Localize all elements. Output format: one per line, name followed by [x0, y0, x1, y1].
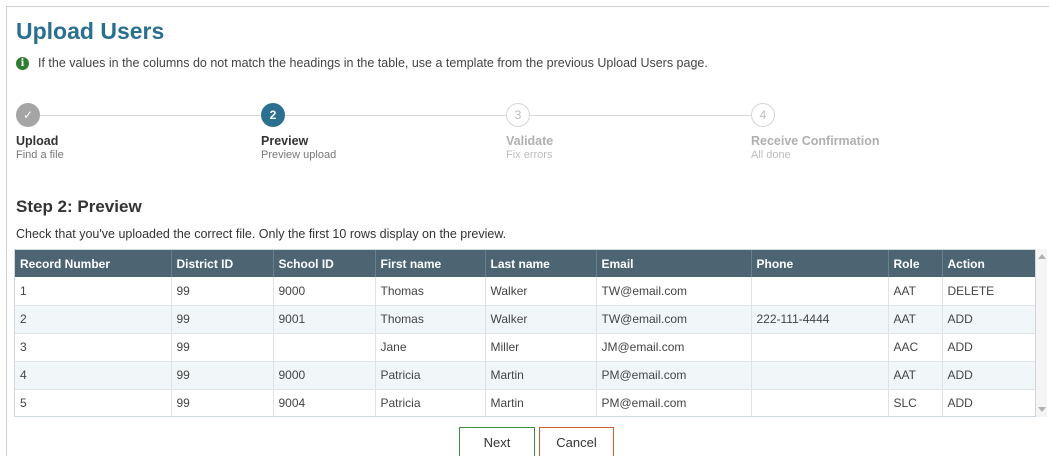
preview-table-container[interactable]: Record Number District ID School ID Firs…: [14, 249, 1036, 417]
stepper-connector: [40, 115, 261, 116]
table-cell: AAT: [888, 277, 943, 306]
table-cell: AAT: [888, 361, 943, 390]
preview-table: Record Number District ID School ID Firs…: [15, 250, 1035, 416]
table-cell: Martin: [485, 389, 597, 416]
table-cell: ADD: [942, 361, 1035, 390]
table-cell: 9004: [273, 389, 376, 416]
table-cell: Patricia: [375, 361, 486, 390]
table-cell: Walker: [485, 277, 597, 306]
table-cell: 99: [171, 305, 274, 334]
column-header: Role: [888, 250, 943, 277]
scroll-down-arrow-icon[interactable]: [1038, 407, 1046, 412]
info-icon: i: [16, 56, 29, 70]
table-cell: Jane: [375, 333, 486, 362]
table-cell: [751, 277, 889, 306]
table-cell: Walker: [485, 305, 597, 334]
step-title: Validate: [506, 134, 554, 148]
step-subtitle: Preview upload: [261, 149, 337, 161]
next-button[interactable]: Next: [459, 427, 535, 456]
step-title: Preview: [261, 134, 309, 148]
table-header-row: Record Number District ID School ID Firs…: [15, 250, 1035, 277]
stepper-connector: [530, 115, 751, 116]
table-cell: ADD: [942, 389, 1035, 416]
table-row: 2 99 9001 Thomas Walker TW@email.com 222…: [15, 305, 1035, 334]
step-receive-confirmation: 4 Receive Confirmation All done: [751, 103, 880, 161]
step-preview: 2 Preview Preview upload: [261, 103, 336, 161]
column-header: Action: [942, 250, 1035, 277]
table-row: 5 99 9004 Patricia Martin PM@email.com S…: [15, 389, 1035, 416]
table-cell: 99: [171, 333, 274, 362]
table-cell: 4: [15, 361, 172, 390]
step-subtitle: Find a file: [16, 149, 64, 161]
table-cell: PM@email.com: [596, 361, 752, 390]
column-header: Phone: [751, 250, 889, 277]
table-cell: Miller: [485, 333, 597, 362]
table-cell: Patricia: [375, 389, 486, 416]
step-subtitle: Fix errors: [506, 149, 553, 161]
table-cell: 9000: [273, 361, 376, 390]
column-header: Record Number: [15, 250, 172, 277]
table-cell: 99: [171, 277, 274, 306]
table-cell: 3: [15, 333, 172, 362]
table-cell: [751, 361, 889, 390]
table-cell: 5: [15, 389, 172, 416]
step-title: Receive Confirmation: [751, 134, 880, 148]
table-cell: [751, 333, 889, 362]
table-cell: SLC: [888, 389, 943, 416]
table-cell: [273, 333, 376, 362]
column-header: District ID: [171, 250, 274, 277]
table-cell: 99: [171, 389, 274, 416]
table-cell: AAT: [888, 305, 943, 334]
table-cell: Martin: [485, 361, 597, 390]
table-row: 3 99 Jane Miller JM@email.com AAC ADD: [15, 333, 1035, 362]
table-cell: TW@email.com: [596, 277, 752, 306]
table-cell: 99: [171, 361, 274, 390]
info-text: If the values in the columns do not matc…: [38, 56, 708, 70]
column-header: School ID: [273, 250, 376, 277]
preview-instruction: Check that you've uploaded the correct f…: [16, 227, 507, 241]
table-row: 1 99 9000 Thomas Walker TW@email.com AAT…: [15, 277, 1035, 306]
page-title: Upload Users: [16, 18, 165, 44]
column-header: Last name: [485, 250, 597, 277]
checkmark-icon: ✓: [16, 103, 40, 127]
section-title: Step 2: Preview: [16, 197, 142, 216]
table-cell: 2: [15, 305, 172, 334]
table-cell: 9000: [273, 277, 376, 306]
upload-stepper: ✓ Upload Find a file 2 Preview Preview u…: [16, 103, 1016, 163]
table-cell: 9001: [273, 305, 376, 334]
table-cell: 1: [15, 277, 172, 306]
step-upload: ✓ Upload Find a file: [16, 103, 64, 161]
table-cell: ADD: [942, 305, 1035, 334]
table-cell: ADD: [942, 333, 1035, 362]
table-cell: JM@email.com: [596, 333, 752, 362]
column-header: Email: [596, 250, 752, 277]
table-scrollbar[interactable]: [1036, 249, 1047, 417]
table-cell: Thomas: [375, 277, 486, 306]
column-header: First name: [375, 250, 486, 277]
table-cell: AAC: [888, 333, 943, 362]
table-cell: 222-111-4444: [751, 305, 889, 334]
step-title: Upload: [16, 134, 59, 148]
step-subtitle: All done: [751, 149, 791, 161]
info-message: i If the values in the columns do not ma…: [16, 56, 708, 70]
table-cell: DELETE: [942, 277, 1035, 306]
table-cell: [751, 389, 889, 416]
table-row: 4 99 9000 Patricia Martin PM@email.com A…: [15, 361, 1035, 390]
step-number: 3: [506, 103, 530, 127]
table-cell: TW@email.com: [596, 305, 752, 334]
step-number: 4: [751, 103, 775, 127]
scroll-up-arrow-icon[interactable]: [1038, 254, 1046, 259]
table-cell: PM@email.com: [596, 389, 752, 416]
step-validate: 3 Validate Fix errors: [506, 103, 553, 161]
table-cell: Thomas: [375, 305, 486, 334]
cancel-button[interactable]: Cancel: [539, 427, 614, 456]
step-number: 2: [261, 103, 285, 127]
